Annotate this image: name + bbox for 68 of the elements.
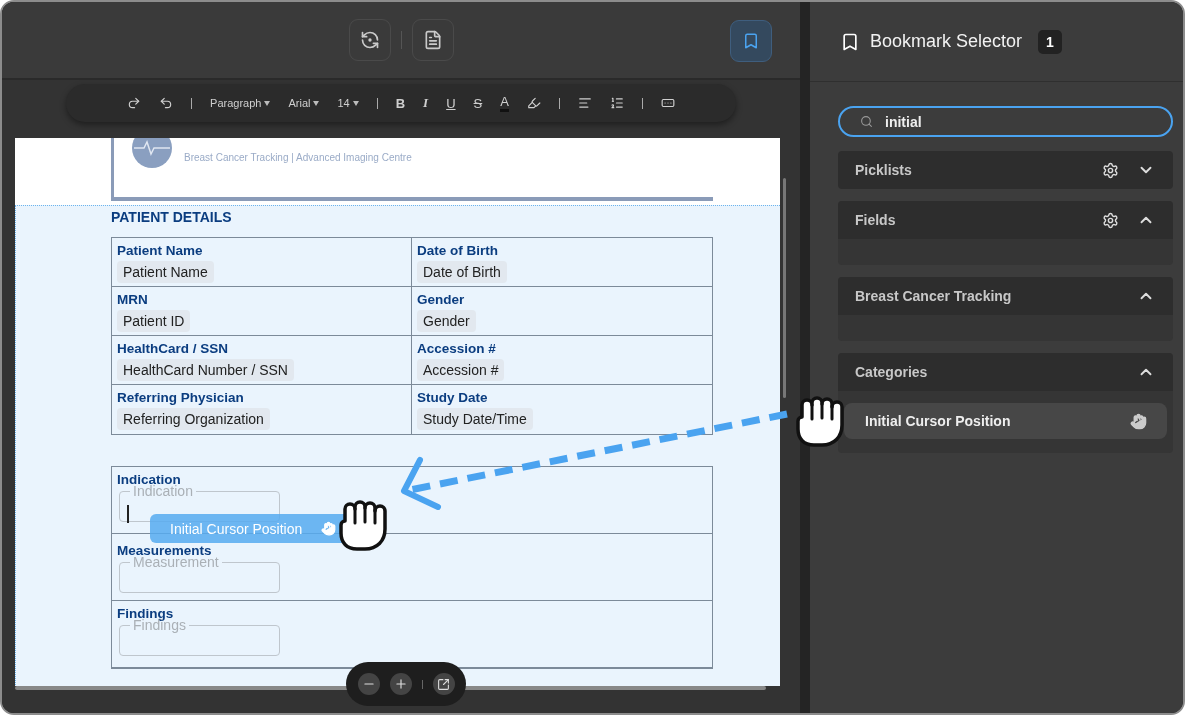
text-color-button[interactable]: A [500, 94, 509, 112]
format-dropdown[interactable]: Paragraph [210, 97, 271, 109]
bookmark-button[interactable] [730, 20, 772, 62]
field-label: Accession # [417, 341, 497, 357]
field-label: Patient Name [117, 243, 204, 259]
panel-title: Bookmark Selector [870, 31, 1023, 52]
field-label: Gender [417, 292, 466, 308]
group-header[interactable]: Breast Cancer Tracking [838, 277, 1173, 315]
header-subtitle: Breast Cancer Tracking | Advanced Imaging Centre [184, 152, 412, 163]
group-header[interactable]: Fields [838, 201, 1173, 239]
logo-icon [132, 138, 172, 168]
underline-button[interactable]: U [446, 95, 456, 111]
field-label: Study Date [417, 390, 489, 406]
group-header[interactable]: Categories [838, 353, 1173, 391]
search-field[interactable]: initial [838, 106, 1173, 137]
settings-icon[interactable] [1102, 161, 1119, 179]
caret-icon [352, 100, 359, 106]
hand-icon [1130, 412, 1147, 430]
caret-icon [313, 100, 320, 106]
count-badge: 1 [1038, 29, 1062, 54]
field-label: HealthCard / SSN [117, 341, 230, 357]
merge-field[interactable]: Patient ID [117, 310, 191, 332]
merge-field[interactable]: Accession # [417, 359, 505, 381]
line-spacing-icon[interactable] [609, 96, 624, 110]
field-label: MRN [117, 292, 149, 308]
caret-icon [264, 100, 271, 106]
section-label: Findings [117, 606, 174, 621]
group-title: Fields [855, 212, 897, 228]
zoom-out-button[interactable] [357, 673, 380, 695]
merge-field[interactable]: Study Date/Time [417, 408, 533, 430]
undo-icon[interactable] [159, 96, 174, 110]
external-link-icon [437, 677, 450, 691]
highlighter-icon[interactable] [526, 96, 541, 110]
group-header[interactable]: Picklists [838, 151, 1173, 189]
merge-field[interactable]: Gender [417, 310, 476, 332]
field-label: Referring Physician [117, 390, 245, 406]
align-left-icon[interactable] [577, 96, 592, 110]
strikethrough-button[interactable]: S [473, 95, 483, 111]
merge-field[interactable]: HealthCard Number / SSN [117, 359, 294, 381]
sync-icon [359, 30, 380, 50]
field-label: Date of Birth [417, 243, 499, 259]
merge-field[interactable]: Date of Birth [417, 261, 507, 283]
merge-field[interactable]: Patient Name [117, 261, 214, 283]
bold-button[interactable]: B [395, 95, 406, 111]
italic-button[interactable]: I [423, 95, 429, 111]
settings-icon[interactable] [1102, 211, 1119, 229]
section-label: Indication [117, 472, 181, 487]
format-dropdown[interactable]: Arial [288, 97, 320, 109]
group-title: Picklists [855, 162, 913, 178]
zoom-in-button[interactable] [389, 673, 412, 695]
bookmark-icon [742, 32, 760, 50]
format-dropdown[interactable]: 14 [337, 97, 359, 109]
group-title: Breast Cancer Tracking [855, 288, 1013, 304]
merge-field[interactable]: Referring Organization [117, 408, 270, 430]
section-label: Measurements [117, 543, 212, 558]
hand-icon [321, 521, 336, 536]
plus-icon [393, 677, 408, 691]
group-title: Categories [855, 364, 929, 380]
bookmark-item[interactable]: Initial Cursor Position [844, 403, 1167, 439]
redo-icon[interactable] [127, 96, 142, 110]
bookmark-icon [840, 31, 860, 52]
section-title: PATIENT DETAILS [111, 208, 233, 227]
search-icon [860, 115, 873, 128]
insert-field-icon[interactable] [660, 96, 675, 110]
document-info-button[interactable] [411, 19, 454, 61]
sync-button[interactable] [348, 19, 391, 61]
open-external-button[interactable] [432, 673, 455, 695]
scrollbar[interactable] [782, 178, 786, 398]
